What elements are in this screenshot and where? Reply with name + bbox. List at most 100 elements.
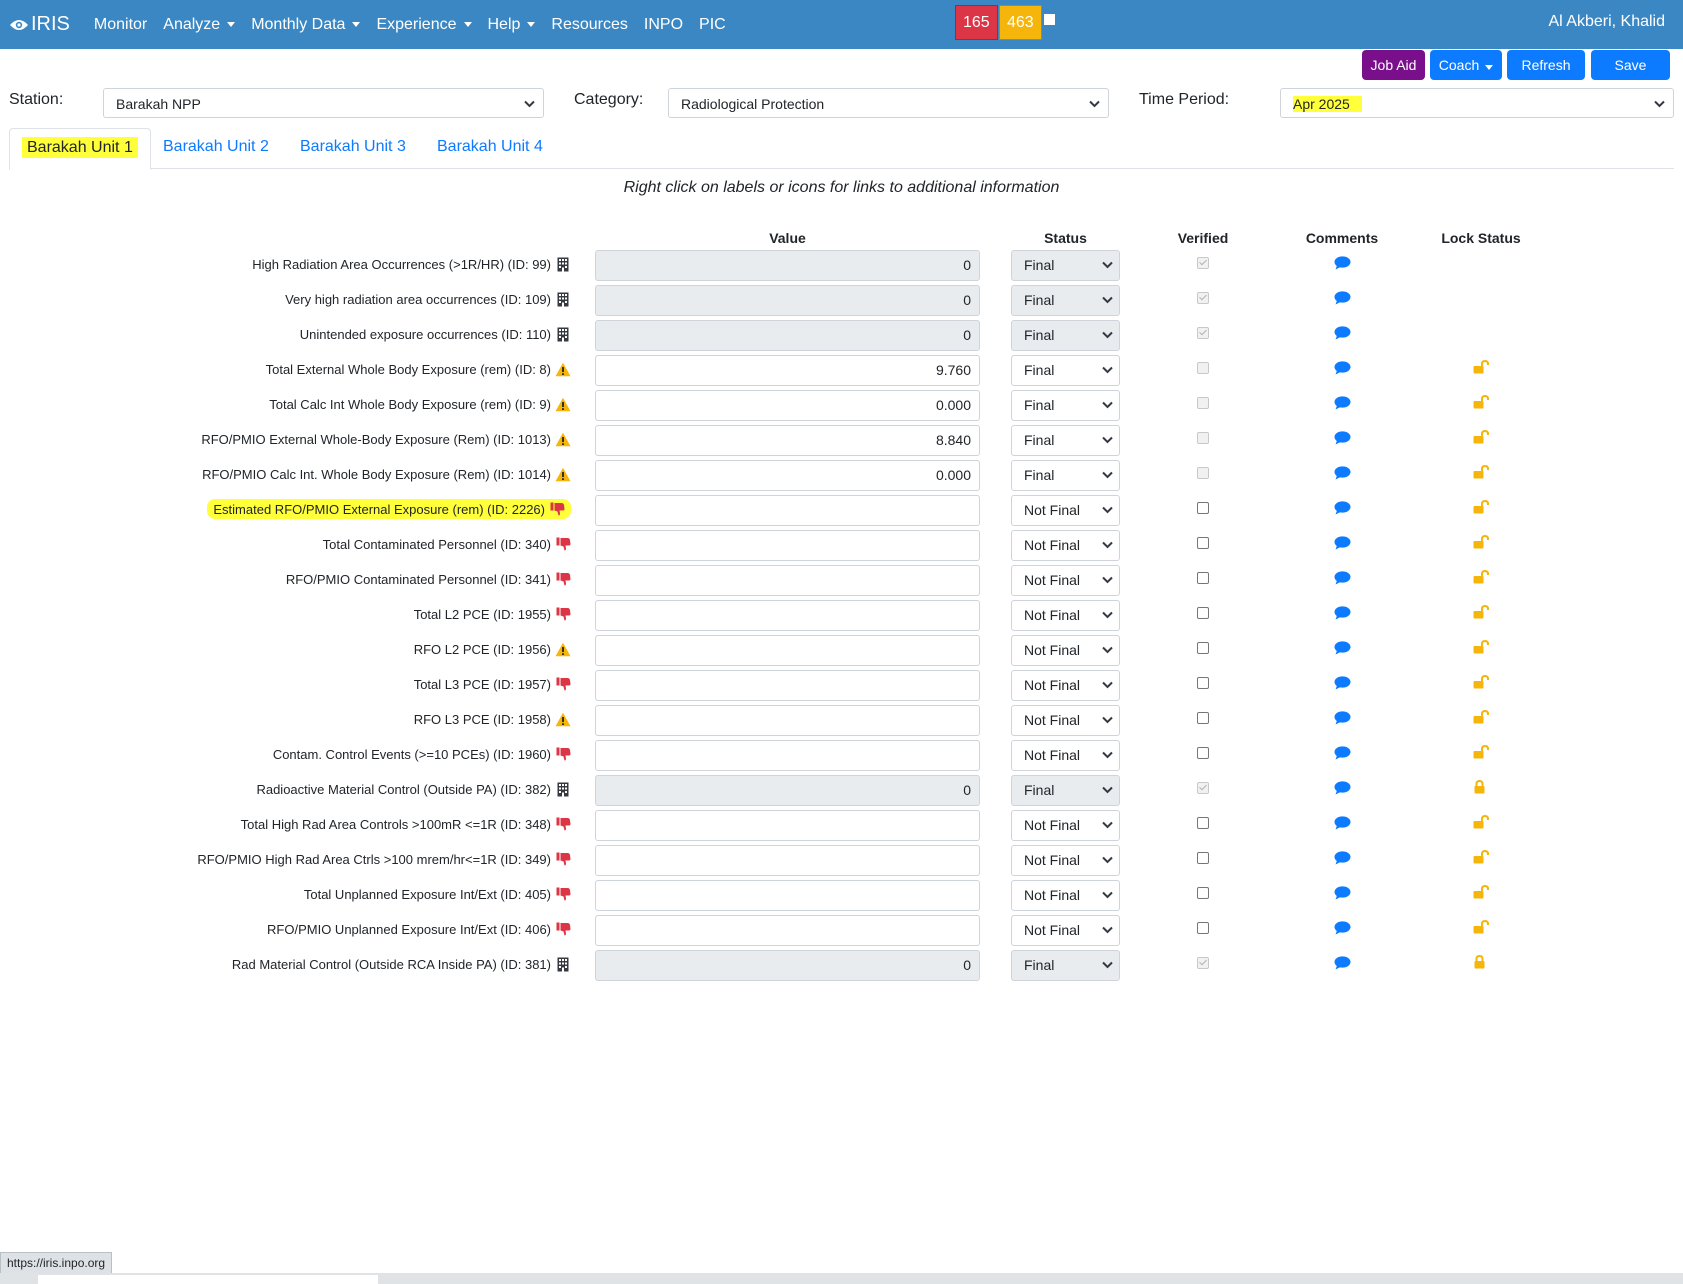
- comment-icon[interactable]: [1334, 361, 1351, 380]
- comment-icon[interactable]: [1334, 466, 1351, 485]
- value-input[interactable]: 9.760: [595, 355, 980, 386]
- value-input[interactable]: [595, 810, 980, 841]
- comment-icon[interactable]: [1334, 781, 1351, 800]
- thumbs-down-icon[interactable]: [555, 606, 571, 622]
- comment-icon[interactable]: [1334, 746, 1351, 765]
- comment-icon[interactable]: [1334, 711, 1351, 730]
- comment-icon[interactable]: [1334, 851, 1351, 870]
- time-period-select[interactable]: Apr 2025: [1280, 88, 1674, 118]
- value-input[interactable]: [595, 600, 980, 631]
- status-select[interactable]: Not Final: [1011, 670, 1120, 701]
- tab-barakah-unit-4[interactable]: Barakah Unit 4: [425, 128, 555, 167]
- tab-barakah-unit-1[interactable]: Barakah Unit 1: [9, 128, 151, 170]
- unlock-icon[interactable]: [1473, 464, 1489, 484]
- alert-count-yellow-badge[interactable]: 463: [999, 5, 1042, 40]
- comment-icon[interactable]: [1334, 326, 1351, 345]
- status-select[interactable]: Not Final: [1011, 880, 1120, 911]
- comment-icon[interactable]: [1334, 256, 1351, 275]
- verified-checkbox[interactable]: [1197, 572, 1209, 584]
- status-select[interactable]: Final: [1011, 390, 1120, 421]
- thumbs-down-icon[interactable]: [555, 676, 571, 692]
- unlock-icon[interactable]: [1473, 849, 1489, 869]
- value-input[interactable]: [595, 915, 980, 946]
- thumbs-down-icon[interactable]: [555, 921, 571, 937]
- thumbs-down-icon[interactable]: [555, 536, 571, 552]
- metric-label[interactable]: RFO/PMIO Calc Int. Whole Body Exposure (…: [202, 466, 571, 482]
- metric-label[interactable]: Contam. Control Events (>=10 PCEs) (ID: …: [273, 746, 571, 762]
- value-input[interactable]: [595, 635, 980, 666]
- status-select[interactable]: Final: [1011, 425, 1120, 456]
- status-select[interactable]: Final: [1011, 460, 1120, 491]
- unlock-icon[interactable]: [1473, 919, 1489, 939]
- verified-checkbox[interactable]: [1197, 642, 1209, 654]
- verified-checkbox[interactable]: [1197, 712, 1209, 724]
- verified-checkbox[interactable]: [1197, 852, 1209, 864]
- status-select[interactable]: Not Final: [1011, 845, 1120, 876]
- status-select[interactable]: Not Final: [1011, 565, 1120, 596]
- status-select[interactable]: Not Final: [1011, 810, 1120, 841]
- comment-icon[interactable]: [1334, 676, 1351, 695]
- unlock-icon[interactable]: [1473, 569, 1489, 589]
- metric-label[interactable]: Radioactive Material Control (Outside PA…: [256, 781, 571, 797]
- comment-icon[interactable]: [1334, 921, 1351, 940]
- metric-label[interactable]: Estimated RFO/PMIO External Exposure (re…: [207, 499, 571, 519]
- comment-icon[interactable]: [1334, 886, 1351, 905]
- thumbs-down-icon[interactable]: [555, 571, 571, 587]
- comment-icon[interactable]: [1334, 291, 1351, 310]
- user-name[interactable]: Al Akberi, Khalid: [1548, 13, 1665, 31]
- nav-resources[interactable]: Resources: [551, 16, 627, 34]
- thumbs-down-icon[interactable]: [555, 816, 571, 832]
- metric-label[interactable]: Total Unplanned Exposure Int/Ext (ID: 40…: [304, 886, 571, 902]
- comment-icon[interactable]: [1334, 956, 1351, 975]
- metric-label[interactable]: High Radiation Area Occurrences (>1R/HR)…: [252, 256, 571, 272]
- station-select[interactable]: Barakah NPP: [103, 88, 544, 118]
- metric-label[interactable]: Total High Rad Area Controls >100mR <=1R…: [241, 816, 571, 832]
- value-input[interactable]: [595, 495, 980, 526]
- status-select[interactable]: Not Final: [1011, 530, 1120, 561]
- value-input[interactable]: 0.000: [595, 460, 980, 491]
- nav-analyze[interactable]: Analyze: [163, 16, 236, 34]
- job-aid-button[interactable]: Job Aid: [1362, 50, 1425, 80]
- value-input[interactable]: 8.840: [595, 425, 980, 456]
- metric-label[interactable]: Total L2 PCE (ID: 1955): [414, 606, 571, 622]
- comment-icon[interactable]: [1334, 641, 1351, 660]
- metric-label[interactable]: RFO/PMIO High Rad Area Ctrls >100 mrem/h…: [197, 851, 571, 867]
- warning-icon[interactable]: [555, 641, 571, 657]
- comment-icon[interactable]: [1334, 396, 1351, 415]
- thumbs-down-icon[interactable]: [555, 851, 571, 867]
- building-icon[interactable]: [555, 956, 571, 972]
- metric-label[interactable]: RFO L2 PCE (ID: 1956): [414, 641, 571, 657]
- nav-pic[interactable]: PIC: [699, 16, 726, 34]
- status-select[interactable]: Final: [1011, 355, 1120, 386]
- metric-label[interactable]: Very high radiation area occurrences (ID…: [285, 291, 571, 307]
- building-icon[interactable]: [555, 326, 571, 342]
- metric-label[interactable]: RFO/PMIO Unplanned Exposure Int/Ext (ID:…: [267, 921, 571, 937]
- tab-barakah-unit-2[interactable]: Barakah Unit 2: [151, 128, 281, 167]
- comment-icon[interactable]: [1334, 816, 1351, 835]
- category-select[interactable]: Radiological Protection: [668, 88, 1109, 118]
- comment-icon[interactable]: [1334, 501, 1351, 520]
- building-icon[interactable]: [555, 256, 571, 272]
- metric-label[interactable]: Total L3 PCE (ID: 1957): [414, 676, 571, 692]
- warning-icon[interactable]: [555, 466, 571, 482]
- value-input[interactable]: [595, 705, 980, 736]
- value-input[interactable]: 0.000: [595, 390, 980, 421]
- value-input[interactable]: [595, 530, 980, 561]
- comment-icon[interactable]: [1334, 536, 1351, 555]
- brand-logo[interactable]: IRIS: [9, 13, 70, 36]
- warning-icon[interactable]: [555, 711, 571, 727]
- status-select[interactable]: Not Final: [1011, 740, 1120, 771]
- warning-icon[interactable]: [555, 431, 571, 447]
- comment-icon[interactable]: [1334, 606, 1351, 625]
- square-icon[interactable]: [1044, 14, 1055, 25]
- value-input[interactable]: [595, 880, 980, 911]
- metric-label[interactable]: Unintended exposure occurrences (ID: 110…: [300, 326, 571, 342]
- coach-button[interactable]: Coach: [1430, 50, 1502, 80]
- status-select[interactable]: Not Final: [1011, 705, 1120, 736]
- unlock-icon[interactable]: [1473, 604, 1489, 624]
- thumbs-down-icon[interactable]: [555, 886, 571, 902]
- comment-icon[interactable]: [1334, 571, 1351, 590]
- nav-help[interactable]: Help: [488, 16, 536, 34]
- status-select[interactable]: Not Final: [1011, 495, 1120, 526]
- metric-label[interactable]: RFO L3 PCE (ID: 1958): [414, 711, 571, 727]
